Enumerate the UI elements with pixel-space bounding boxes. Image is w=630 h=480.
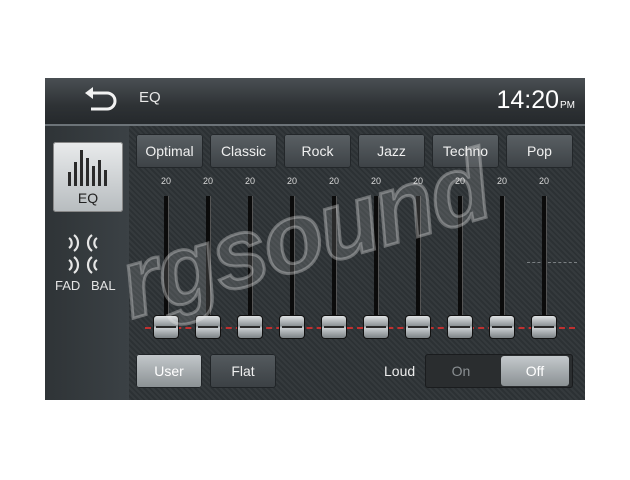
band-tick: 20 [202, 176, 213, 186]
band-slider-knob[interactable] [280, 316, 304, 338]
back-button[interactable] [83, 87, 119, 115]
slider-track [416, 196, 420, 336]
preset-rock[interactable]: Rock [284, 134, 351, 168]
band-tick: 20 [454, 176, 465, 186]
user-preset-button[interactable]: User [136, 354, 202, 388]
fader-label: FAD [55, 278, 81, 293]
slider-track [500, 196, 504, 336]
band-slider-knob[interactable] [364, 316, 388, 338]
slider-track [458, 196, 462, 336]
back-arrow-icon [85, 87, 117, 111]
clock: 14:20PM [496, 86, 575, 115]
band-tick: 20 [244, 176, 255, 186]
band-tick: 20 [328, 176, 339, 186]
band-slider-knob[interactable] [490, 316, 514, 338]
preset-jazz[interactable]: Jazz [358, 134, 425, 168]
band-slider-knob[interactable] [448, 316, 472, 338]
preset-optimal[interactable]: Optimal [136, 134, 203, 168]
eq-mode-button[interactable]: EQ [53, 142, 123, 212]
eq-mode-label: EQ [77, 190, 99, 206]
band-slider-knob[interactable] [196, 316, 220, 338]
fader-balance-button[interactable]: FAD BAL [53, 234, 127, 304]
balance-label: BAL [91, 278, 116, 293]
page-title: EQ [139, 89, 161, 106]
band-tick: 20 [538, 176, 549, 186]
clock-time: 14:20 [496, 86, 559, 114]
slider-track [290, 196, 294, 336]
band-tick: 20 [160, 176, 171, 186]
dashed-guide [527, 262, 577, 263]
slider-track [332, 196, 336, 336]
preset-pop[interactable]: Pop [506, 134, 573, 168]
sidebar: EQ FAD BAL [45, 126, 129, 400]
speaker-waves-icon [68, 234, 98, 274]
slider-track [248, 196, 252, 336]
loudness-on-option[interactable]: On [425, 354, 497, 388]
loudness-off-option[interactable]: Off [501, 356, 569, 386]
preset-classic[interactable]: Classic [210, 134, 277, 168]
band-slider-knob[interactable] [406, 316, 430, 338]
band-slider-knob[interactable] [238, 316, 262, 338]
band-tick: 20 [412, 176, 423, 186]
clock-ampm: PM [560, 100, 575, 111]
loudness-label: Loud [384, 363, 416, 379]
band-slider-knob[interactable] [532, 316, 556, 338]
equalizer-icon [68, 150, 107, 186]
band-slider-knob[interactable] [322, 316, 346, 338]
band-tick: 20 [286, 176, 297, 186]
eq-screen: EQ 14:20PM EQ FAD BAL Optimal Classic Ro… [45, 78, 585, 400]
eq-panel: Optimal Classic Rock Jazz Techno Pop 20 … [129, 126, 585, 400]
slider-track [164, 196, 168, 336]
slider-track [542, 196, 546, 336]
slider-track [374, 196, 378, 336]
top-bar: EQ 14:20PM [45, 78, 585, 126]
flat-preset-button[interactable]: Flat [210, 354, 276, 388]
band-tick: 20 [370, 176, 381, 186]
band-slider-knob[interactable] [154, 316, 178, 338]
band-tick: 20 [496, 176, 507, 186]
loudness-toggle[interactable]: On Off [425, 354, 573, 388]
slider-track [206, 196, 210, 336]
preset-techno[interactable]: Techno [432, 134, 499, 168]
